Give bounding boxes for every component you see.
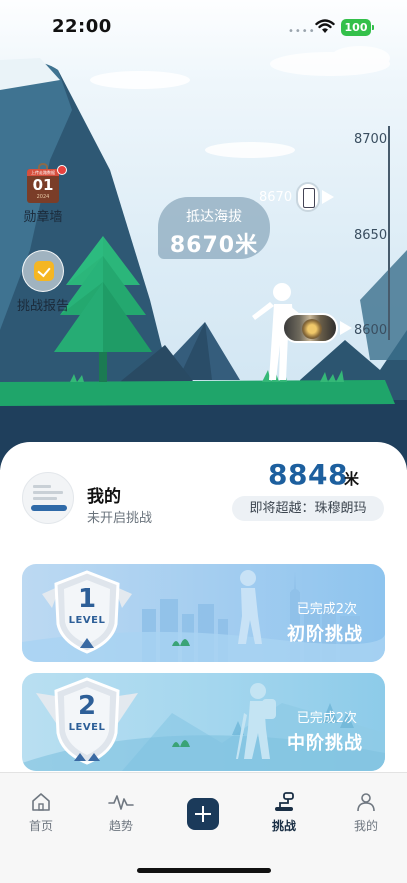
challenge-report-label: 挑战报告 — [16, 299, 69, 314]
tab-home-label: 首页 — [28, 819, 53, 833]
signal-icon: •••• — [288, 26, 316, 37]
tab-challenge[interactable]: 挑战 — [254, 791, 314, 834]
challenge-completed-count: 已完成2次 — [296, 602, 357, 617]
trend-icon — [108, 795, 134, 810]
altitude-scale — [388, 126, 390, 340]
tab-trend[interactable]: 趋势 — [91, 791, 151, 834]
altitude-bubble: 抵达海拔 8670米 — [158, 197, 270, 259]
tab-challenge-label: 挑战 — [271, 819, 296, 833]
battery-icon: 100 — [341, 19, 374, 36]
scale-tick: 8700 — [354, 132, 388, 147]
user-altitude-value: 8670 — [259, 189, 293, 205]
altitude-bubble-value: 8670米 — [169, 233, 259, 258]
challenge-title: 中阶挑战 — [287, 733, 363, 754]
status-bar: 22:00 •••• 100 — [0, 0, 407, 54]
target-altitude: 8848 — [268, 458, 348, 491]
challenge-title: 初阶挑战 — [287, 624, 363, 645]
target-altitude-unit: 米 — [344, 470, 360, 488]
marker-arrow-icon — [340, 321, 352, 335]
user-icon — [357, 793, 375, 812]
tab-mine[interactable]: 我的 — [336, 791, 396, 834]
level-word: LEVEL — [68, 615, 106, 626]
tab-mine-label: 我的 — [353, 819, 378, 833]
user-avatar-icon — [296, 182, 321, 212]
user-altitude-marker[interactable]: 8670 — [259, 182, 335, 212]
wifi-icon — [315, 19, 335, 33]
notification-dot — [57, 165, 67, 175]
challenge-completed-count: 已完成2次 — [296, 711, 357, 726]
challenge-icon — [275, 792, 294, 811]
medal-card-year: 2024 — [36, 194, 50, 200]
friend-altitude-marker[interactable] — [282, 313, 352, 343]
tab-trend-label: 趋势 — [108, 819, 133, 833]
medal-card-number: 01 — [32, 176, 54, 194]
level-word: LEVEL — [68, 722, 106, 733]
level-number: 2 — [77, 691, 97, 721]
friend-avatar — [282, 313, 338, 343]
beginner-challenge-card[interactable]: 1 LEVEL 已完成2次 初阶挑战 — [22, 564, 385, 662]
challenge-report-button[interactable]: 挑战报告 — [14, 250, 72, 314]
marker-arrow-icon — [322, 190, 335, 204]
report-icon — [22, 250, 64, 292]
intermediate-challenge-card[interactable]: 2 LEVEL 已完成2次 中阶挑战 — [22, 673, 385, 771]
scale-tick: 8650 — [354, 228, 388, 243]
add-button[interactable] — [187, 798, 219, 830]
profile-status: 未开启挑战 — [87, 511, 153, 526]
profile-name: 我的 — [87, 487, 121, 507]
tab-bar: 首页 趋势 挑战 我的 — [0, 772, 407, 883]
status-time: 22:00 — [52, 16, 112, 37]
medal-wall-label: 勋章墙 — [23, 210, 63, 225]
medal-icon: 上传走路数据 01 2024 — [25, 163, 67, 203]
medal-card-top: 上传走路数据 — [27, 169, 59, 176]
next-target-pill: 即将超越：珠穆朗玛 — [232, 496, 384, 521]
altitude-bubble-title: 抵达海拔 — [186, 209, 242, 225]
main-panel: 我的 未开启挑战 8848 米 即将超越：珠穆朗玛 1 LEVEL 已完成2次 … — [0, 442, 407, 775]
home-indicator — [137, 868, 271, 873]
tab-home[interactable]: 首页 — [11, 791, 71, 834]
level-number: 1 — [77, 584, 97, 614]
avatar[interactable] — [22, 472, 74, 524]
hero-scene: 22:00 •••• 100 上传走路数据 01 2024 勋章墙 挑战报告 抵… — [0, 0, 407, 470]
scale-tick: 8600 — [354, 323, 388, 338]
home-icon — [32, 793, 50, 811]
medal-wall-button[interactable]: 上传走路数据 01 2024 勋章墙 — [20, 163, 67, 225]
